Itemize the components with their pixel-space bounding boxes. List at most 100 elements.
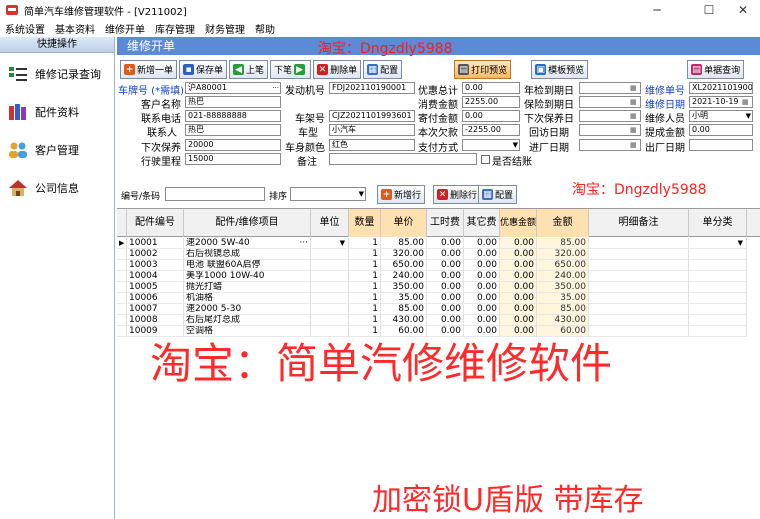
table-row[interactable]: ▶ 10001 速2000 5W-40 ··· ▼ 1 85.00 0.00 0.00 0.00 8… [117,238,760,249]
next-button[interactable]: 下笔 ▶ [270,60,312,79]
table-cell-qty[interactable]: 1 [349,282,381,293]
delete-row-button[interactable]: ✕ 删除行 [433,185,482,204]
table-cell-unit[interactable]: ▼ [311,238,349,249]
table-cell-disc[interactable]: 0.00 [500,315,537,326]
table-cell-price[interactable]: 85.00 [381,238,427,249]
table-cell-amount[interactable]: 85.00 [537,304,589,315]
table-cell-note[interactable] [589,293,689,304]
table-row[interactable]: 10003 电池 联盟60A启停 1 650.00 0.00 0.00 0.00 650.00 [117,260,760,271]
table-cell-labor[interactable]: 0.00 [427,304,464,315]
col-header-other[interactable]: 其它费 [464,209,500,237]
table-cell-price[interactable]: 240.00 [381,271,427,282]
table-cell-qty[interactable]: 1 [349,304,381,315]
table-cell-code[interactable]: 10007 [127,304,184,315]
table-cell-item[interactable]: 速2000 5W-40 ··· [184,238,311,249]
sort-select[interactable]: ▼ [290,187,366,201]
table-cell-amount[interactable]: 320.00 [537,249,589,260]
table-cell-price[interactable]: 320.00 [381,249,427,260]
table-cell-qty[interactable]: 1 [349,315,381,326]
table-cell-code[interactable]: 10005 [127,282,184,293]
table-cell-unit[interactable] [311,315,349,326]
table-row[interactable]: 10002 右后视镜总成 1 320.00 0.00 0.00 0.00 320.00 [117,249,760,260]
staff-select[interactable]: 小明 ▼ [689,110,753,122]
code-input[interactable] [165,187,265,201]
sidebar-item-company[interactable]: 公司信息 [0,169,114,207]
next-maint-input[interactable]: ▦ [579,110,641,122]
vin-input[interactable]: CJZ2021101993601 [329,110,415,122]
sidebar-item-customers[interactable]: 客户管理 [0,131,114,169]
entry-input[interactable]: ▦ [579,139,641,151]
contact-input[interactable]: 热巴 [185,124,281,136]
next-service-input[interactable]: 20000 [185,139,281,151]
deposit-input[interactable]: 0.00 [462,110,520,122]
owed-input[interactable]: -2255.00 [462,124,520,136]
table-cell-item[interactable]: 右后尾灯总成 [184,315,311,326]
engine-input[interactable]: FDJ202110190001 [329,82,415,94]
table-cell-code[interactable]: 10006 [127,293,184,304]
sidebar-item-repair-records[interactable]: 维修记录查询 [0,55,114,93]
table-cell-note[interactable] [589,271,689,282]
table-row[interactable]: 10008 右后尾灯总成 1 430.00 0.00 0.00 0.00 430.00 [117,315,760,326]
table-cell-cat[interactable] [689,326,747,337]
order-no-input[interactable]: XL20211019001 [689,82,753,94]
sidebar-item-parts[interactable]: 配件资料 [0,93,114,131]
table-cell-unit[interactable] [311,271,349,282]
order-date-input[interactable]: 2021-10-19 ▦ [689,96,753,108]
table-cell-price[interactable]: 430.00 [381,315,427,326]
table-cell-unit[interactable] [311,304,349,315]
table-cell-other[interactable]: 0.00 [464,238,500,249]
col-header-item[interactable]: 配件/维修项目 [184,209,311,237]
table-cell-disc[interactable]: 0.00 [500,260,537,271]
col-header-discount[interactable]: 优惠金额 [500,209,537,237]
grid-config-button[interactable]: ▦ 配置 [478,185,518,204]
table-cell-qty[interactable]: 1 [349,249,381,260]
table-cell-item[interactable]: 速2000 5-30 [184,304,311,315]
chevron-down-icon[interactable]: ▼ [340,238,345,248]
add-row-button[interactable]: + 新增行 [377,185,426,204]
maximize-button[interactable]: ☐ [692,0,726,20]
calendar-icon[interactable]: ▦ [630,140,639,150]
menu-repair-order[interactable]: 维修开单 [100,21,150,36]
minimize-button[interactable]: ─ [640,0,674,20]
chevron-down-icon[interactable]: ▼ [513,140,518,150]
config-button[interactable]: ▦ 配置 [363,60,403,79]
table-cell-qty[interactable]: 1 [349,293,381,304]
table-cell-labor[interactable]: 0.00 [427,282,464,293]
table-cell-code[interactable]: 10001 [127,238,184,249]
table-cell-amount[interactable]: 35.00 [537,293,589,304]
table-cell-cat[interactable]: ▼ [689,238,747,249]
table-cell-note[interactable] [589,238,689,249]
table-cell-code[interactable]: 10008 [127,315,184,326]
table-cell-qty[interactable]: 1 [349,271,381,282]
revisit-input[interactable]: ▦ [579,124,641,136]
table-cell-labor[interactable]: 0.00 [427,315,464,326]
model-input[interactable]: 小汽车 [329,124,415,136]
save-button[interactable]: ▪ 保存单 [179,60,228,79]
menu-system-settings[interactable]: 系统设置 [0,21,50,36]
table-cell-qty[interactable]: 1 [349,260,381,271]
table-cell-amount[interactable]: 85.00 [537,238,589,249]
table-cell-unit[interactable] [311,260,349,271]
bonus-input[interactable]: 0.00 [689,124,753,136]
table-cell-other[interactable]: 0.00 [464,249,500,260]
table-cell-qty[interactable]: 1 [349,238,381,249]
table-cell-code[interactable]: 10002 [127,249,184,260]
table-cell-other[interactable]: 0.00 [464,304,500,315]
ellipsis-icon[interactable]: ··· [272,83,279,93]
settled-checkbox[interactable] [481,155,490,164]
table-cell-labor[interactable]: 0.00 [427,293,464,304]
table-cell-labor[interactable]: 0.00 [427,271,464,282]
table-cell-amount[interactable]: 240.00 [537,271,589,282]
plate-input[interactable]: 沪A80001 ··· [185,82,281,94]
table-cell-disc[interactable]: 0.00 [500,238,537,249]
table-row[interactable]: 10004 美孚1000 10W-40 1 240.00 0.00 0.00 0.00 240… [117,271,760,282]
col-header-qty[interactable]: 数量 [349,209,381,237]
delete-order-button[interactable]: ✕ 删除单 [313,60,362,79]
calendar-icon[interactable]: ▦ [630,111,639,121]
table-cell-other[interactable]: 0.00 [464,271,500,282]
pay-select[interactable]: ▼ [462,139,520,151]
table-cell-note[interactable] [589,304,689,315]
col-header-labor[interactable]: 工时费 [427,209,464,237]
col-header-category[interactable]: 单分类 [689,209,747,237]
table-cell-item[interactable]: 右后视镜总成 [184,249,311,260]
